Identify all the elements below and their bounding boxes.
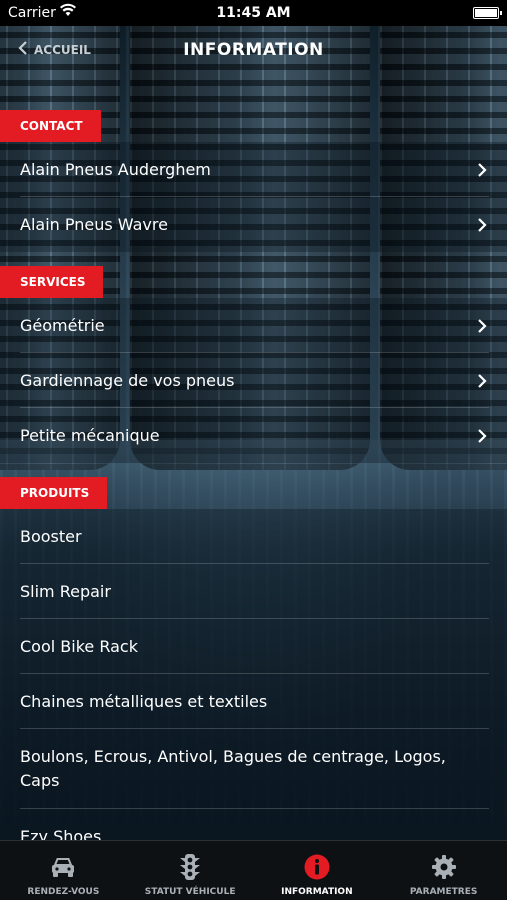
chevron-right-icon: [477, 373, 487, 389]
section-services: Géométrie Gardiennage de vos pneus Petit…: [0, 298, 507, 463]
chevron-right-icon: [477, 162, 487, 178]
tab-label: RENDEZ-VOUS: [27, 887, 100, 897]
tab-label: INFORMATION: [281, 887, 353, 897]
car-icon: [49, 853, 77, 881]
status-bar: Carrier 11:45 AM: [0, 0, 507, 26]
chevron-right-icon: [477, 217, 487, 233]
list-item-label: Géométrie: [20, 316, 105, 335]
section-header-contact: CONTACT: [0, 110, 101, 142]
list-item-label: Slim Repair: [20, 582, 111, 601]
traffic-light-icon: [176, 853, 204, 881]
tab-bar: RENDEZ-VOUS STATUT VÉHICULE INFORMATION …: [0, 840, 507, 900]
chevron-right-icon: [477, 318, 487, 334]
tab-rendez-vous[interactable]: RENDEZ-VOUS: [0, 841, 127, 900]
list-item[interactable]: Alain Pneus Auderghem: [0, 142, 507, 197]
list-item-label: Alain Pneus Auderghem: [20, 160, 211, 179]
navigation-bar: ACCUEIL INFORMATION: [0, 26, 507, 78]
chevron-right-icon: [477, 428, 487, 444]
list-item[interactable]: Alain Pneus Wavre: [0, 197, 507, 252]
gear-icon: [430, 853, 458, 881]
list-item[interactable]: Géométrie: [0, 298, 507, 353]
list-item-label: Petite mécanique: [20, 426, 160, 445]
tab-label: PARAMETRES: [409, 887, 478, 897]
battery-icon: [473, 7, 502, 19]
tab-statut-vehicule[interactable]: STATUT VÉHICULE: [127, 841, 254, 900]
list-item[interactable]: Chaines métalliques et textiles: [0, 674, 507, 729]
list-item-label: Cool Bike Rack: [20, 637, 138, 656]
section-header-services: SERVICES: [0, 266, 104, 298]
list-item-label: Gardiennage de vos pneus: [20, 371, 235, 390]
list-item-label: Ezy Shoes: [20, 827, 102, 840]
info-icon: [303, 853, 331, 881]
page-title: INFORMATION: [183, 40, 324, 60]
list-item[interactable]: Booster: [0, 509, 507, 564]
tab-label: STATUT VÉHICULE: [144, 887, 236, 897]
list-item-label: Booster: [20, 527, 82, 546]
status-time: 11:45 AM: [216, 5, 291, 21]
section-produits: Booster Slim Repair Cool Bike Rack Chain…: [0, 509, 507, 840]
tab-parametres[interactable]: PARAMETRES: [380, 841, 507, 900]
list-item[interactable]: Gardiennage de vos pneus: [0, 353, 507, 408]
list-item-label: Boulons, Ecrous, Antivol, Bagues de cent…: [20, 747, 446, 790]
information-list: CONTACT Alain Pneus Auderghem Alain Pneu…: [0, 80, 507, 840]
list-item[interactable]: Ezy Shoes: [0, 809, 507, 840]
section-contact: Alain Pneus Auderghem Alain Pneus Wavre: [0, 142, 507, 252]
section-header-produits: PRODUITS: [0, 477, 108, 509]
list-item[interactable]: Petite mécanique: [0, 408, 507, 463]
list-item-label: Chaines métalliques et textiles: [20, 692, 268, 711]
list-item-label: Alain Pneus Wavre: [20, 215, 168, 234]
tab-information[interactable]: INFORMATION: [254, 841, 381, 900]
list-item[interactable]: Boulons, Ecrous, Antivol, Bagues de cent…: [0, 729, 507, 809]
list-item[interactable]: Slim Repair: [0, 564, 507, 619]
list-item[interactable]: Cool Bike Rack: [0, 619, 507, 674]
